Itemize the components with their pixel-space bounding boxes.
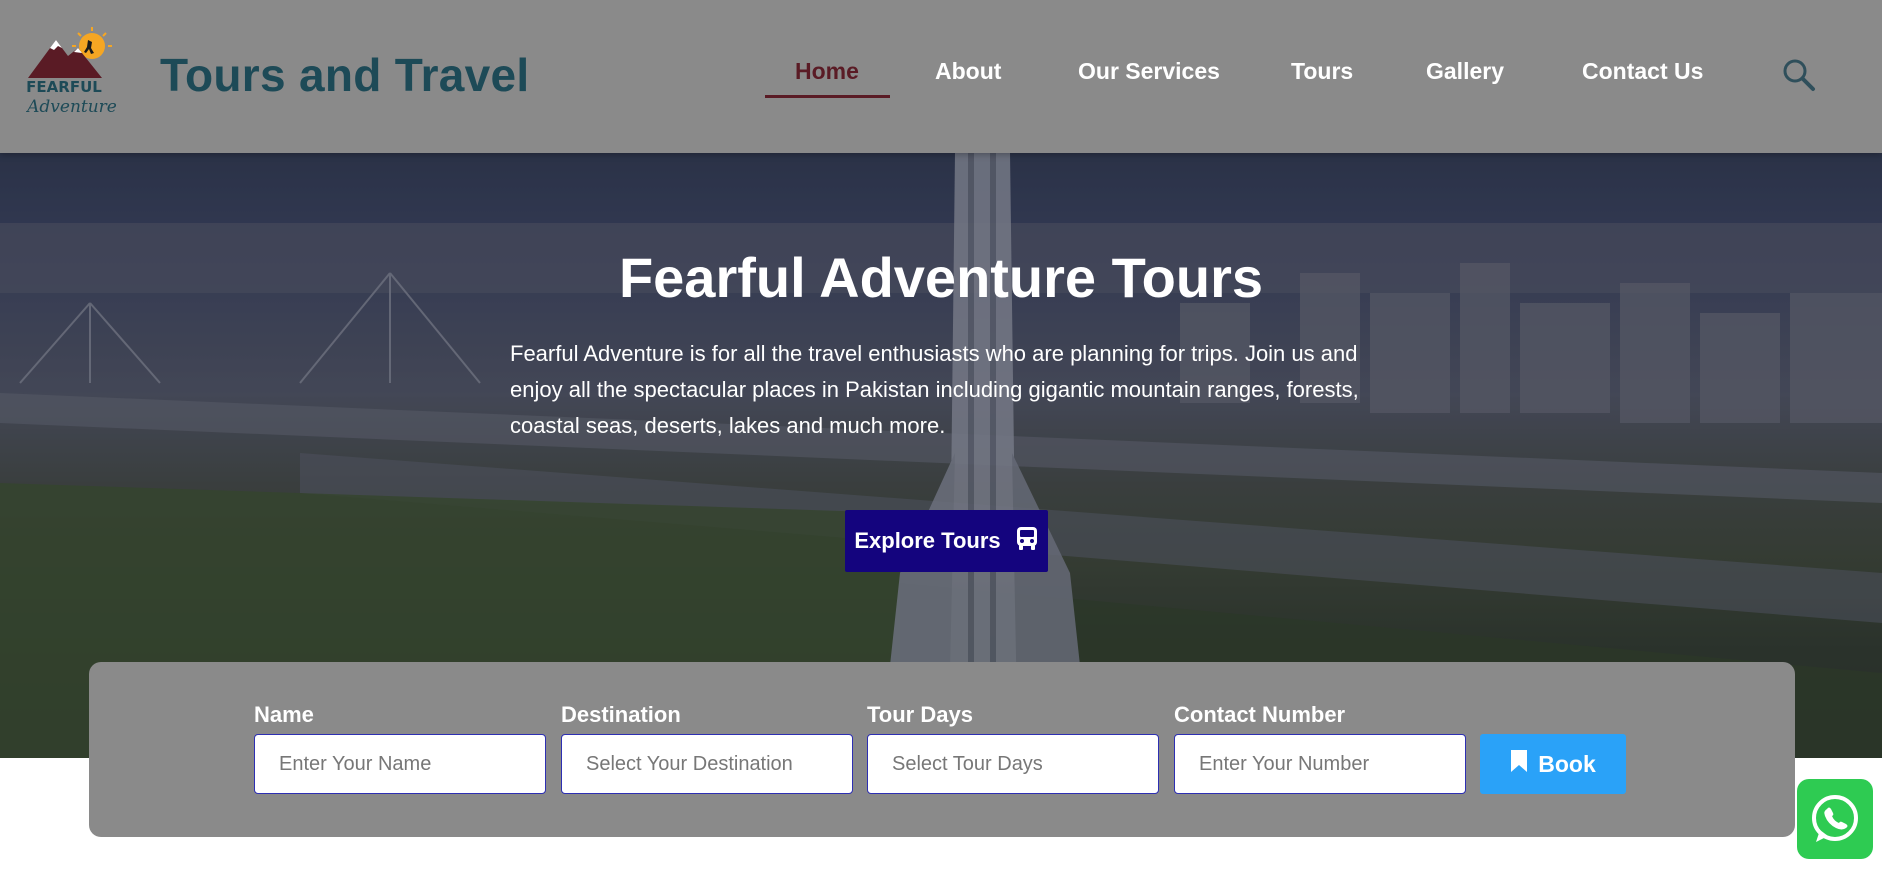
whatsapp-icon[interactable] xyxy=(1797,779,1873,859)
booking-form: Name Destination Tour Days Contact Numbe… xyxy=(89,662,1795,837)
svg-text:Adventure: Adventure xyxy=(26,97,117,117)
brand-title[interactable]: Tours and Travel xyxy=(160,48,530,102)
tour-days-select[interactable] xyxy=(867,734,1159,794)
nav-home[interactable]: Home xyxy=(795,58,859,85)
nav-about[interactable]: About xyxy=(935,58,1001,85)
contact-number-input[interactable] xyxy=(1174,734,1466,794)
tour-days-label: Tour Days xyxy=(867,702,973,727)
bus-icon xyxy=(1015,525,1039,557)
bookmark-icon xyxy=(1510,749,1528,779)
name-label: Name xyxy=(254,702,314,727)
logo-image: FEARFUL Adventure xyxy=(25,27,117,117)
nav-active-indicator xyxy=(765,95,890,98)
nav-contact-us[interactable]: Contact Us xyxy=(1582,58,1703,85)
hero-description: Fearful Adventure is for all the travel … xyxy=(510,341,1359,438)
explore-tours-button[interactable]: Explore Tours xyxy=(845,510,1048,572)
svg-text:FEARFUL: FEARFUL xyxy=(26,78,102,96)
destination-select[interactable] xyxy=(561,734,853,794)
logo[interactable]: FEARFUL Adventure xyxy=(25,26,130,118)
hero-title: Fearful Adventure Tours xyxy=(618,246,1264,309)
book-label: Book xyxy=(1538,750,1596,777)
book-button[interactable]: Book xyxy=(1480,734,1626,794)
search-icon[interactable] xyxy=(1782,58,1816,92)
nav-gallery[interactable]: Gallery xyxy=(1426,58,1504,85)
site-header: FEARFUL Adventure Tours and Travel Home … xyxy=(0,0,1882,153)
name-input[interactable] xyxy=(254,734,546,794)
contact-number-label: Contact Number xyxy=(1174,702,1346,727)
nav-our-services[interactable]: Our Services xyxy=(1078,58,1220,85)
explore-tours-label: Explore Tours xyxy=(854,528,1001,553)
destination-label: Destination xyxy=(561,702,681,727)
nav-tours[interactable]: Tours xyxy=(1291,58,1353,85)
